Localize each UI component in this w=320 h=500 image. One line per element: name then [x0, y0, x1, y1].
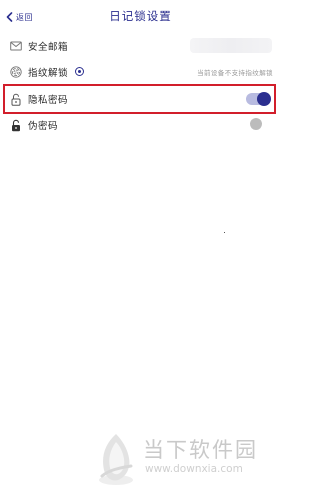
- fake-password-toggle[interactable]: [250, 118, 264, 131]
- setting-label: 伪密码: [28, 121, 59, 132]
- setting-row-secure-email[interactable]: 安全邮箱: [0, 33, 281, 59]
- fingerprint-icon: [9, 65, 23, 79]
- toggle-knob: [257, 92, 271, 106]
- privacy-password-toggle[interactable]: [246, 92, 271, 106]
- setting-row-privacy-password[interactable]: 隐私密码: [0, 86, 281, 112]
- fingerprint-unsupported-note: 当前设备不支持指纹解锁: [197, 69, 273, 77]
- nav-header: 返回 日记锁设置: [0, 0, 281, 34]
- setting-row-fake-password[interactable]: 伪密码: [0, 112, 281, 138]
- watermark-logo-icon: [99, 434, 133, 485]
- watermark-url: www.downxia.com: [145, 463, 243, 475]
- lock-filled-icon: [9, 118, 23, 132]
- setting-label: 隐私密码: [28, 95, 69, 106]
- email-value-blurred: [190, 38, 272, 53]
- setting-label: 指纹解锁: [28, 68, 69, 79]
- watermark: 当下软件园 www.downxia.com: [95, 430, 270, 490]
- stray-dot: [224, 232, 225, 233]
- setting-label: 安全邮箱: [28, 42, 69, 53]
- setting-row-fingerprint[interactable]: 指纹解锁 当前设备不支持指纹解锁: [0, 59, 281, 85]
- mail-icon: [9, 39, 23, 53]
- watermark-brand: 当下软件园: [143, 438, 258, 462]
- toggle-knob: [250, 118, 262, 130]
- page-title: 日记锁设置: [109, 9, 172, 23]
- info-icon[interactable]: [75, 67, 84, 76]
- lock-icon: [9, 92, 23, 106]
